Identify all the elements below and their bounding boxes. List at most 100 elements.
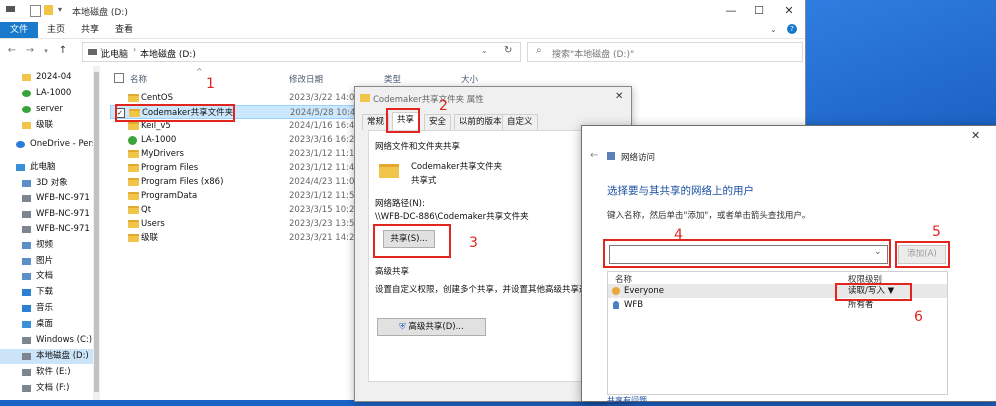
file-list-header: 名称 ^ 修改日期 类型 大小: [110, 67, 510, 86]
sidebar-item-label: 音乐: [36, 303, 54, 313]
user-name: Everyone: [624, 286, 664, 296]
sidebar-item-label: Windows (C:): [36, 335, 93, 345]
nav-scrollbar-thumb[interactable]: [94, 72, 99, 392]
sidebar-item[interactable]: 音乐: [0, 301, 100, 316]
sidebar-item[interactable]: Windows (C:): [0, 333, 100, 348]
tab-share[interactable]: 共享: [72, 22, 108, 38]
file-date: 2023/3/15 10:22: [289, 205, 360, 215]
window-title: 本地磁盘 (D:): [72, 8, 128, 18]
sidebar-item[interactable]: OneDrive - Perso: [0, 137, 100, 152]
breadcrumb-drive-d[interactable]: 本地磁盘 (D:): [140, 47, 196, 60]
column-size[interactable]: 大小: [461, 73, 478, 85]
network-path-label: 网络路径(N):: [375, 199, 425, 209]
cloud-icon: [16, 141, 25, 148]
forward-icon[interactable]: →: [24, 45, 36, 57]
tab-home[interactable]: 主页: [38, 22, 74, 38]
sidebar-item[interactable]: 本地磁盘 (D:): [0, 349, 100, 364]
sidebar-item[interactable]: 此电脑: [0, 160, 100, 175]
file-row[interactable]: ProgramData 2023/1/12 11:59: [110, 189, 360, 203]
folder-icon: [128, 220, 139, 228]
new-folder-icon[interactable]: [44, 5, 53, 15]
tab-general[interactable]: 常规: [362, 114, 390, 130]
file-row[interactable]: Users 2023/3/23 13:52: [110, 217, 360, 231]
network-share-icon: [607, 152, 615, 160]
help-icon[interactable]: ?: [787, 24, 797, 34]
file-date: 2023/1/12 11:14: [289, 149, 360, 159]
users-group-icon: [612, 287, 620, 295]
drive-icon: [88, 49, 97, 55]
sidebar-item[interactable]: 视频: [0, 238, 100, 253]
up-icon[interactable]: ↑: [57, 45, 69, 57]
file-row[interactable]: Program Files (x86) 2024/4/23 11:03: [110, 175, 360, 189]
sidebar-item[interactable]: 2024-04: [0, 70, 100, 85]
video-icon: [22, 242, 31, 249]
tab-previous-versions[interactable]: 以前的版本: [454, 114, 507, 130]
tab-file[interactable]: 文件: [0, 22, 38, 38]
qat-dropdown-icon[interactable]: ▾: [58, 5, 62, 14]
file-row[interactable]: MyDrivers 2023/1/12 11:14: [110, 147, 360, 161]
folder-icon: [128, 94, 139, 102]
address-box[interactable]: › 此电脑 › 本地磁盘 (D:) ⌄ ↻: [82, 42, 521, 62]
file-date: 2023/3/23 13:52: [289, 219, 360, 229]
search-box[interactable]: ⌕ 搜索"本地磁盘 (D:)": [527, 42, 803, 62]
refresh-icon[interactable]: ↻: [504, 45, 512, 56]
sidebar-item[interactable]: LA-1000: [0, 86, 100, 101]
sidebar-item[interactable]: WFB-NC-971 上: [0, 191, 100, 206]
tab-security[interactable]: 安全: [424, 114, 452, 130]
file-row[interactable]: 级联 2023/3/21 14:27: [110, 231, 360, 245]
close-icon[interactable]: ✕: [971, 129, 980, 142]
maximize-button[interactable]: ☐: [746, 2, 772, 20]
sidebar-item-label: 此电脑: [30, 162, 56, 172]
advanced-sharing-button[interactable]: ⛨ 高级共享(D)...: [377, 318, 486, 336]
network-drive-icon: [22, 211, 31, 218]
folder-icon: [22, 74, 31, 81]
close-icon[interactable]: ✕: [615, 91, 623, 102]
minimize-button[interactable]: —: [718, 2, 744, 20]
sidebar-item[interactable]: 3D 对象: [0, 176, 100, 191]
sidebar-item[interactable]: WFB-NC-971 上: [0, 222, 100, 237]
back-icon[interactable]: ←: [590, 150, 598, 161]
breadcrumb-this-pc[interactable]: 此电脑: [101, 47, 128, 60]
file-date: 2023/1/12 11:59: [289, 191, 360, 201]
drive-icon: [22, 369, 31, 376]
properties-icon[interactable]: [30, 5, 41, 17]
address-dropdown-icon[interactable]: ⌄: [481, 46, 488, 55]
sidebar-item[interactable]: 图片: [0, 254, 100, 269]
sidebar-item[interactable]: 软件 (E:): [0, 365, 100, 380]
annotation-number-5: 5: [932, 224, 941, 240]
file-row[interactable]: CentOS 2023/3/22 14:00: [110, 91, 360, 105]
sidebar-item[interactable]: WFB-NC-971 上: [0, 207, 100, 222]
column-date[interactable]: 修改日期: [289, 73, 323, 85]
file-date: 2023/3/21 14:27: [289, 233, 360, 243]
folder-check-icon: [22, 106, 31, 113]
sidebar-item-label: 本地磁盘 (D:): [36, 351, 89, 361]
file-row[interactable]: Qt 2023/3/15 10:22: [110, 203, 360, 217]
sidebar-item[interactable]: 下载: [0, 285, 100, 300]
tab-customize[interactable]: 自定义: [502, 114, 538, 130]
column-type[interactable]: 类型: [384, 73, 401, 85]
annotation-box-6: [835, 283, 912, 301]
annotation-number-4: 4: [674, 227, 683, 243]
file-date: 2023/1/12 11:42: [289, 163, 360, 173]
back-icon[interactable]: ←: [6, 45, 18, 57]
recent-dropdown-icon[interactable]: ▾: [40, 45, 52, 57]
sidebar-item[interactable]: 级联: [0, 118, 100, 133]
sidebar-item[interactable]: server: [0, 102, 100, 117]
file-row[interactable]: LA-1000 2023/3/16 16:29: [110, 133, 360, 147]
documents-icon: [22, 273, 31, 280]
file-date: 2024/4/23 11:03: [289, 177, 360, 187]
sidebar-item[interactable]: 文档: [0, 269, 100, 284]
ribbon-expand-icon[interactable]: ⌄: [770, 25, 777, 34]
tab-view[interactable]: 查看: [106, 22, 142, 38]
select-all-checkbox[interactable]: [114, 73, 124, 83]
sidebar-item[interactable]: 文档 (F:): [0, 381, 100, 396]
folder-icon: [128, 192, 139, 200]
column-name[interactable]: 名称: [130, 73, 147, 85]
close-button[interactable]: ✕: [776, 2, 802, 20]
folder-icon: [128, 206, 139, 214]
sidebar-item[interactable]: 桌面: [0, 317, 100, 332]
window-icon: [6, 6, 15, 12]
file-name: CentOS: [141, 93, 173, 103]
file-row[interactable]: Program Files 2023/1/12 11:42: [110, 161, 360, 175]
help-link[interactable]: 共享有问题: [607, 395, 647, 406]
